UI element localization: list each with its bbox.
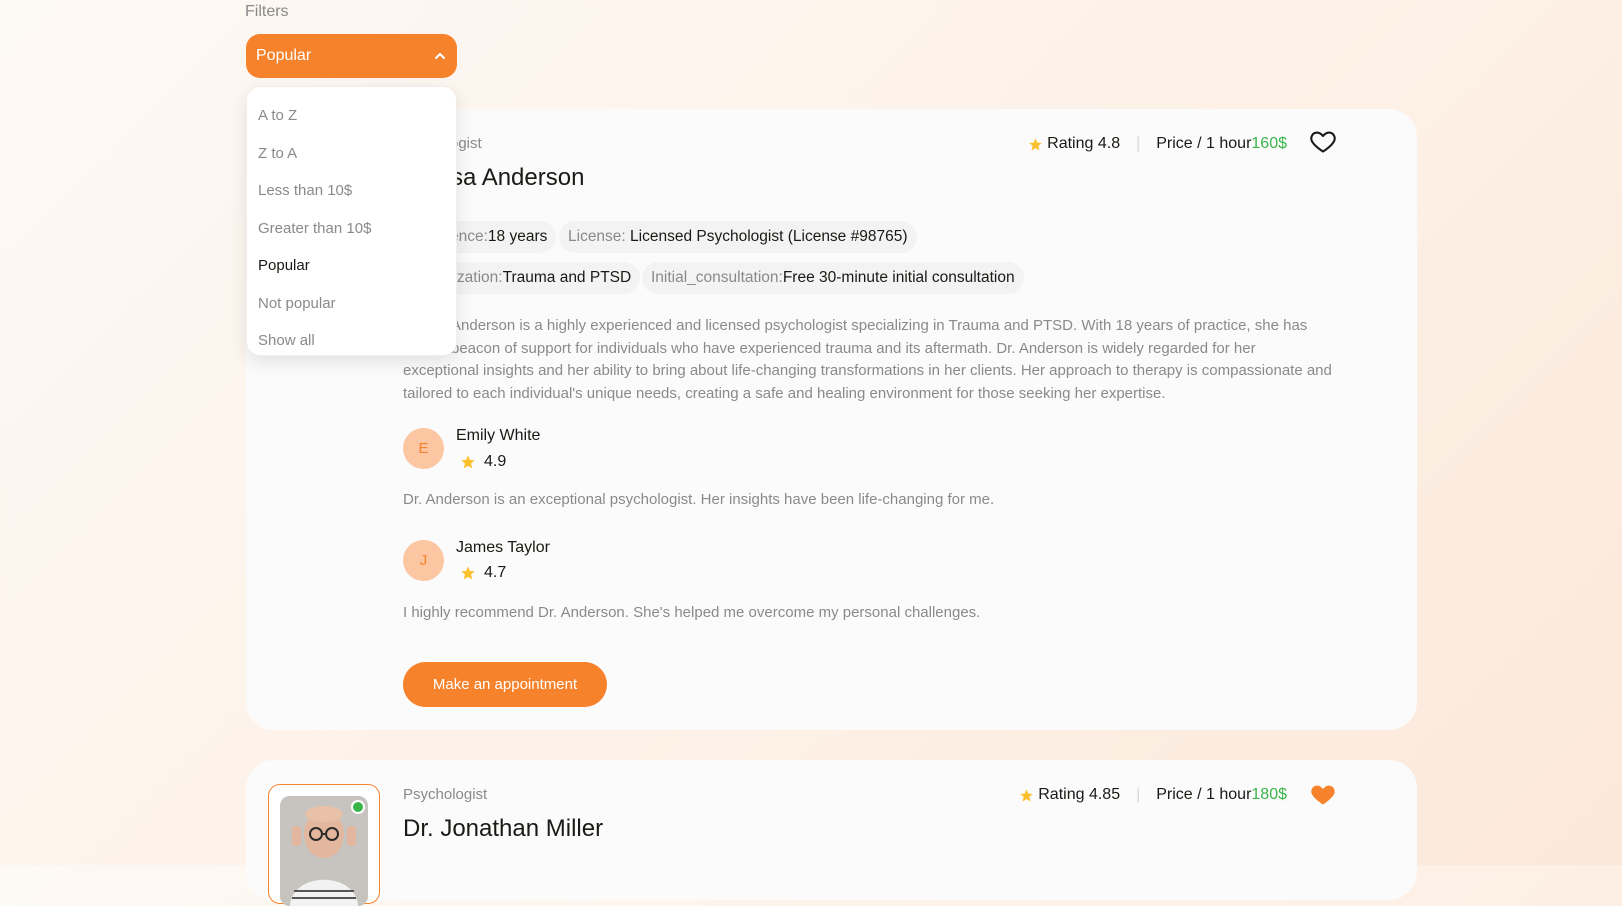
reviewer-rating: 4.7	[460, 564, 506, 582]
card-name: Dr. Jonathan Miller	[403, 815, 604, 842]
card-rating: Rating 4.8	[1047, 135, 1121, 152]
heart-filled-icon[interactable]	[1309, 780, 1337, 808]
reviewer-name: Emily White	[456, 427, 541, 444]
card-role: Psychologist	[403, 786, 488, 803]
online-status-dot	[351, 800, 365, 814]
tag-initial-consultation: Initial_consultation:Free 30-minute init…	[642, 262, 1024, 294]
sort-select-value: Popular	[256, 47, 312, 64]
reviewer-rating: 4.9	[460, 453, 506, 471]
psychologist-card: Psychologist Dr. Jonathan Miller Rating …	[246, 760, 1417, 906]
filters-label: Filters	[245, 3, 289, 20]
card-price-value: 180$	[1251, 786, 1287, 803]
card-price-value: 160$	[1251, 135, 1287, 152]
card-price-label: Price / 1 hour	[1156, 786, 1252, 803]
card-price-label: Price / 1 hour	[1156, 135, 1252, 152]
tag-experience: ence:18 years	[441, 221, 557, 253]
chevron-up-icon	[435, 53, 445, 59]
avatar: J	[403, 540, 444, 581]
sort-option-a-to-z[interactable]: A to Z	[258, 97, 445, 135]
card-description: Anderson is a highly experienced and lic…	[403, 317, 1332, 402]
star-icon	[461, 566, 475, 580]
card-meta: Rating 4.8 | Price / 1 hour 160$	[1028, 135, 1287, 153]
sort-option-greater-than-10[interactable]: Greater than 10$	[258, 210, 445, 248]
review-text: I highly recommend Dr. Anderson. She's h…	[403, 604, 981, 621]
heart-outline-icon[interactable]	[1309, 127, 1337, 155]
meta-divider: |	[1136, 135, 1141, 152]
card-name: sa Anderson	[451, 164, 585, 191]
sort-dropdown-menu: A to Z Z to A Less than 10$ Greater than…	[246, 86, 457, 356]
reviewer-name: James Taylor	[456, 539, 550, 556]
sort-option-less-than-10[interactable]: Less than 10$	[258, 172, 445, 210]
sort-select[interactable]: Popular	[246, 34, 457, 78]
tag-license: License: Licensed Psychologist (License …	[559, 221, 917, 253]
sort-option-z-to-a[interactable]: Z to A	[258, 135, 445, 173]
sort-option-show-all[interactable]: Show all	[258, 322, 445, 360]
meta-divider: |	[1136, 786, 1141, 803]
star-icon	[461, 455, 475, 469]
card-meta: Rating 4.85 | Price / 1 hour 180$	[1019, 786, 1287, 804]
sort-option-not-popular[interactable]: Not popular	[258, 285, 445, 323]
sort-option-popular[interactable]: Popular	[258, 247, 445, 285]
make-appointment-button[interactable]: Make an appointment	[403, 662, 607, 707]
avatar	[268, 784, 380, 906]
star-icon	[1029, 137, 1042, 150]
avatar: E	[403, 428, 444, 469]
star-icon	[1020, 788, 1033, 801]
review-text: Dr. Anderson is an exceptional psycholog…	[403, 491, 995, 508]
card-rating: Rating 4.85	[1038, 786, 1121, 803]
tag-specialization: lization:Trauma and PTSD	[441, 262, 641, 294]
